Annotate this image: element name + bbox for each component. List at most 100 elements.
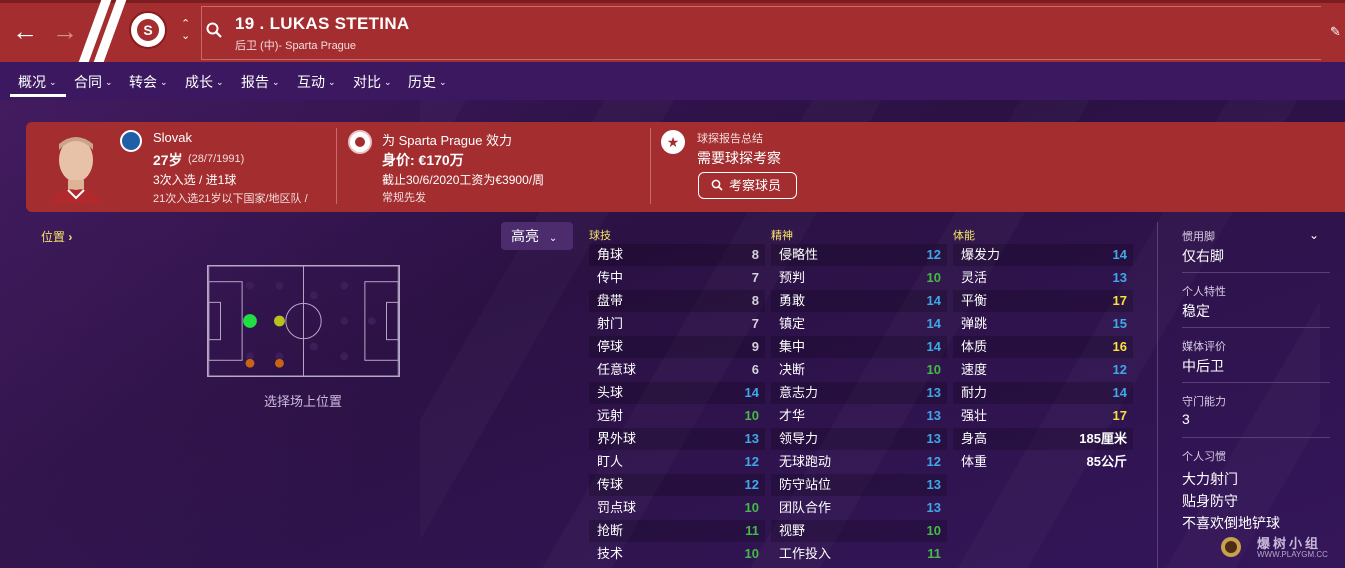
attribute-row[interactable]: 头球 14 (589, 382, 765, 404)
side-panel-divider (1157, 222, 1158, 568)
attribute-row[interactable]: 领导力 13 (771, 428, 947, 450)
position-title[interactable]: 位置 › (41, 228, 72, 245)
attribute-value: 8 (751, 293, 759, 308)
search-icon[interactable] (206, 22, 222, 38)
attribute-row[interactable]: 防守站位 13 (771, 474, 947, 496)
attribute-row[interactable]: 角球 8 (589, 244, 765, 266)
attribute-row[interactable]: 耐力 14 (953, 382, 1133, 404)
highlight-dropdown[interactable]: 高亮 ⌄ (501, 222, 573, 250)
attribute-row[interactable]: 勇敢 14 (771, 290, 947, 312)
attribute-row[interactable]: 停球 9 (589, 336, 765, 358)
chevron-right-icon: › (68, 230, 73, 244)
attribute-value: 6 (751, 362, 759, 377)
tab-interaction[interactable]: 互动 ⌄ (297, 72, 336, 92)
attribute-row[interactable]: 体重 85公斤 (953, 451, 1133, 473)
attribute-value: 7 (751, 270, 759, 285)
club-icon (348, 130, 372, 154)
attribute-value: 10 (744, 546, 759, 561)
attribute-row[interactable]: 灵活 13 (953, 267, 1133, 289)
attribute-row[interactable]: 盯人 12 (589, 451, 765, 473)
attribute-name: 领导力 (779, 431, 819, 446)
attribute-row[interactable]: 爆发力 14 (953, 244, 1133, 266)
attribute-name: 罚点球 (597, 500, 637, 515)
chevron-down-icon[interactable]: ⌄ (1309, 228, 1319, 242)
technical-header: 球技 (589, 230, 611, 242)
attribute-row[interactable]: 界外球 13 (589, 428, 765, 450)
attribute-row[interactable]: 平衡 17 (953, 290, 1133, 312)
attribute-value: 13 (926, 477, 941, 492)
scout-status: 需要球探考察 (697, 150, 781, 166)
mental-header: 精神 (771, 230, 793, 242)
tab-reports[interactable]: 报告 ⌄ (241, 72, 280, 92)
star-icon: ★ (661, 130, 685, 154)
attribute-value: 10 (926, 270, 941, 285)
tab-transfer[interactable]: 转会 ⌄ (129, 72, 168, 92)
attribute-row[interactable]: 射门 7 (589, 313, 765, 335)
prev-next-player-icon[interactable]: ⌃ ⌄ (181, 18, 190, 42)
attribute-row[interactable]: 技术 10 (589, 543, 765, 565)
attribute-row[interactable]: 传中 7 (589, 267, 765, 289)
attribute-row[interactable]: 弹跳 15 (953, 313, 1133, 335)
tab-history[interactable]: 历史 ⌄ (408, 72, 447, 92)
attribute-value: 12 (1112, 362, 1127, 377)
attribute-name: 速度 (961, 362, 988, 377)
attribute-row[interactable]: 才华 13 (771, 405, 947, 427)
attribute-value: 10 (744, 408, 759, 423)
tab-contract[interactable]: 合同 ⌄ (74, 72, 113, 92)
slovakia-flag-icon (120, 130, 142, 152)
attribute-name: 体质 (961, 339, 988, 354)
attribute-value: 12 (926, 247, 941, 262)
attribute-name: 工作投入 (779, 546, 832, 561)
attribute-row[interactable]: 传球 12 (589, 474, 765, 496)
attribute-row[interactable]: 盘带 8 (589, 290, 765, 312)
attribute-row[interactable]: 无球跑动 12 (771, 451, 947, 473)
attribute-name: 耐力 (961, 385, 988, 400)
attribute-value: 14 (744, 385, 759, 400)
attribute-row[interactable]: 团队合作 13 (771, 497, 947, 519)
nationality: Slovak (153, 130, 193, 145)
tab-compare[interactable]: 对比 ⌄ (353, 72, 392, 92)
attribute-row[interactable]: 远射 10 (589, 405, 765, 427)
attribute-row[interactable]: 抢断 11 (589, 520, 765, 542)
attribute-row[interactable]: 任意球 6 (589, 359, 765, 381)
attribute-row[interactable]: 侵略性 12 (771, 244, 947, 266)
pitch-diagram[interactable] (207, 265, 400, 377)
unconvincing-position-marker (245, 358, 255, 368)
attribute-name: 团队合作 (779, 500, 832, 515)
preferred-foot-label: 惯用脚 (1182, 231, 1215, 243)
chevron-down-icon: ⌄ (328, 77, 336, 87)
attribute-row[interactable]: 罚点球 10 (589, 497, 765, 519)
player-value: 身价: €170万 (382, 152, 464, 168)
international-caps: 3次入选 / 进1球 (153, 173, 237, 187)
tab-overview[interactable]: 概况 ⌄ (18, 72, 57, 92)
habits-label: 个人习惯 (1182, 451, 1226, 463)
attribute-row[interactable]: 意志力 13 (771, 382, 947, 404)
player-position-club: 后卫 (中)- Sparta Prague (235, 40, 357, 52)
attribute-row[interactable]: 决断 10 (771, 359, 947, 381)
back-arrow-icon[interactable]: ← (12, 18, 38, 44)
attribute-row[interactable]: 体质 16 (953, 336, 1133, 358)
attribute-row[interactable]: 预判 10 (771, 267, 947, 289)
club-badge-icon[interactable]: S (129, 11, 167, 49)
attribute-row[interactable]: 速度 12 (953, 359, 1133, 381)
attribute-row[interactable]: 身高 185厘米 (953, 428, 1133, 450)
attribute-value: 13 (744, 431, 759, 446)
attribute-name: 预判 (779, 270, 806, 285)
attribute-name: 灵活 (961, 270, 988, 285)
attribute-row[interactable]: 工作投入 11 (771, 543, 947, 565)
edit-icon[interactable]: ✎ (1330, 24, 1341, 40)
player-age: 27岁 (153, 152, 183, 168)
tab-development[interactable]: 成长 ⌄ (185, 72, 224, 92)
scout-player-button[interactable]: 考察球员 (698, 172, 797, 199)
trait-value: 稳定 (1182, 303, 1210, 319)
attribute-value: 11 (927, 546, 941, 561)
attribute-row[interactable]: 镇定 14 (771, 313, 947, 335)
attribute-row[interactable]: 集中 14 (771, 336, 947, 358)
attribute-row[interactable]: 视野 10 (771, 520, 947, 542)
forward-arrow-icon[interactable]: → (52, 18, 78, 44)
natural-position-marker (243, 314, 257, 328)
attribute-name: 盘带 (597, 293, 624, 308)
attribute-row[interactable]: 强壮 17 (953, 405, 1133, 427)
chevron-down-icon: ⌄ (160, 77, 168, 87)
attribute-name: 集中 (779, 339, 806, 354)
